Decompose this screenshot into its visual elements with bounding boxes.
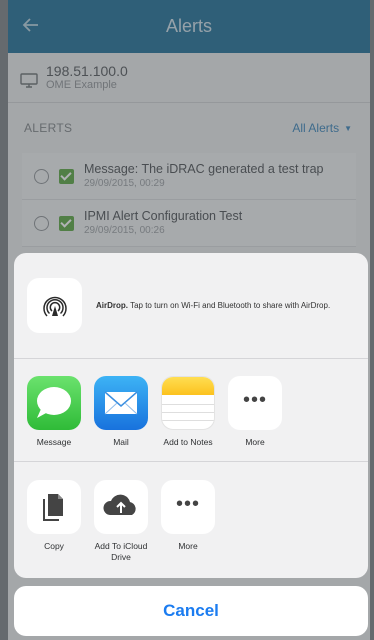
airdrop-title: AirDrop.: [96, 301, 128, 310]
share-sheet: AirDrop. Tap to turn on Wi-Fi and Blueto…: [14, 253, 368, 578]
share-app-label: More: [245, 437, 265, 447]
share-app-label: Add to Notes: [163, 437, 213, 447]
share-app-mail[interactable]: Mail: [94, 376, 148, 448]
action-icloud-drive[interactable]: Add To iCloud Drive: [94, 480, 148, 563]
share-app-more[interactable]: ••• More: [228, 376, 282, 448]
airdrop-description: AirDrop. Tap to turn on Wi-Fi and Blueto…: [96, 300, 351, 311]
share-app-label: Mail: [113, 437, 129, 447]
icloud-drive-icon: [94, 480, 148, 534]
more-icon: •••: [161, 480, 215, 534]
notes-icon: [161, 376, 215, 430]
action-label: Add To iCloud Drive: [94, 541, 148, 562]
share-app-label: Message: [36, 437, 72, 447]
action-label: Copy: [44, 541, 64, 551]
share-actions-row: Copy Add To iCloud Drive ••• More: [14, 462, 368, 577]
action-label: More: [178, 541, 198, 551]
mail-icon: [94, 376, 148, 430]
airdrop-hint: Tap to turn on Wi-Fi and Bluetooth to sh…: [130, 301, 331, 310]
airdrop-icon[interactable]: [27, 278, 82, 333]
cancel-button[interactable]: Cancel: [14, 586, 368, 636]
share-app-notes[interactable]: Add to Notes: [161, 376, 215, 448]
airdrop-section[interactable]: AirDrop. Tap to turn on Wi-Fi and Blueto…: [14, 253, 368, 359]
copy-icon: [27, 480, 81, 534]
more-icon: •••: [228, 376, 282, 430]
action-more[interactable]: ••• More: [161, 480, 215, 552]
action-copy[interactable]: Copy: [27, 480, 81, 552]
message-icon: [27, 376, 81, 430]
share-app-message[interactable]: Message: [27, 376, 81, 448]
share-apps-row: Message Mail Add to Notes ••• More: [14, 359, 368, 462]
